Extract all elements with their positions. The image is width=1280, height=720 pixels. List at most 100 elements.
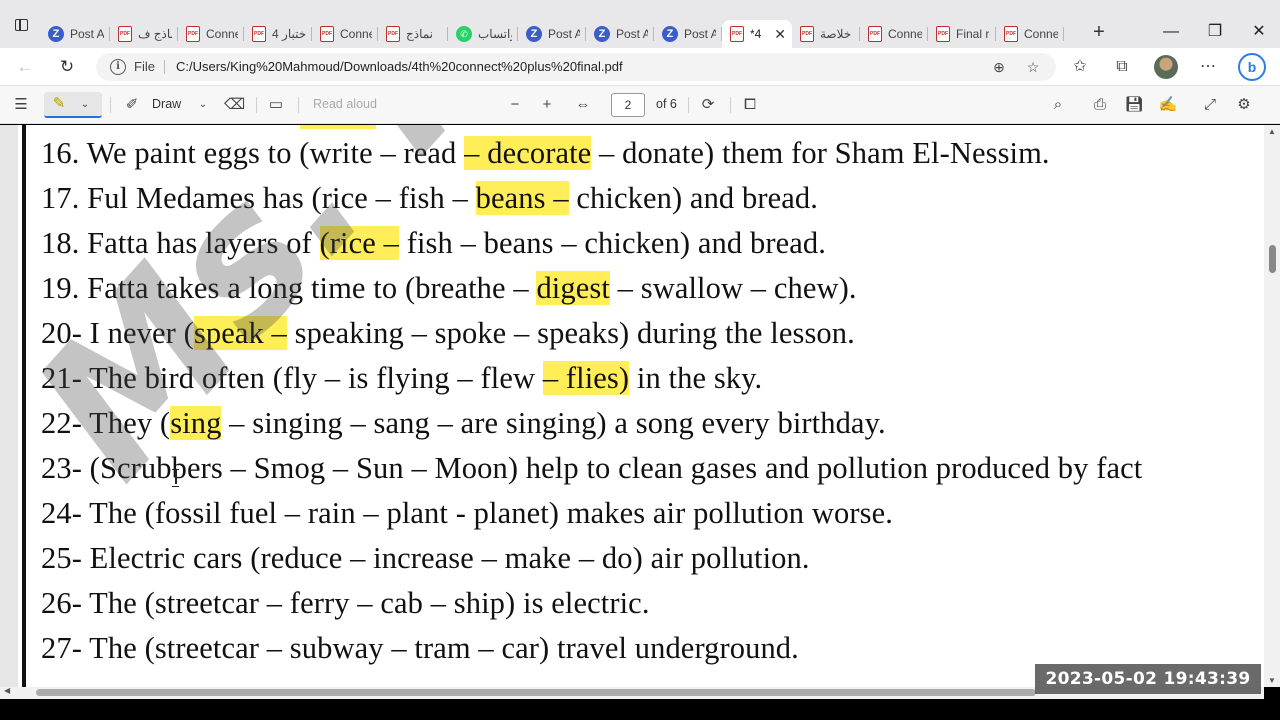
question-text: – donate) them for Sham El-Nessim. [591, 136, 1050, 170]
zoom-icon[interactable]: ⊕ [990, 58, 1008, 76]
pdf-icon: PDF [936, 26, 950, 42]
pdf-icon: PDF [730, 26, 744, 42]
add-text-icon[interactable]: ▭ [266, 96, 286, 114]
browser-tab[interactable]: PDF نماذج [378, 20, 448, 48]
add-favorite-icon[interactable]: ☆ [1024, 58, 1042, 76]
back-button[interactable]: ← [14, 57, 36, 79]
question-text: 16. We paint eggs to (write – read [41, 136, 465, 170]
zoom-out-icon[interactable]: − [506, 96, 524, 114]
question-text: 20- I never ( [41, 316, 194, 350]
page-margin [0, 125, 18, 687]
eraser-icon[interactable]: ⌫ [224, 96, 245, 114]
site-info-icon[interactable]: i [110, 59, 126, 75]
toolbar-divider [298, 97, 299, 113]
bing-copilot-icon[interactable]: b [1238, 53, 1266, 81]
pdf-icon: PDF [868, 26, 882, 42]
pdf-viewer[interactable]: 16. We paint eggs to (write – read – dec… [0, 125, 1264, 687]
question-line: 27- The (streetcar – subway – tram – car… [41, 631, 799, 666]
settings-gear-icon[interactable]: ⚙ [1234, 96, 1254, 114]
question-line: 16. We paint eggs to (write – read – dec… [41, 136, 1050, 171]
tab-label: واتساب [478, 27, 512, 41]
horizontal-scroll-thumb[interactable] [36, 689, 1036, 696]
browser-tab[interactable]: PDF *4 ✕ [722, 20, 792, 48]
browser-tab[interactable]: PDF Conne [860, 20, 928, 48]
question-line: 26- The (streetcar – ferry – cab – ship)… [41, 586, 650, 621]
draw-label[interactable]: Draw [152, 97, 181, 111]
vertical-scrollbar[interactable]: ▲ ▼ [1264, 125, 1280, 687]
search-icon[interactable]: ⌕ [1048, 96, 1068, 114]
browser-tab[interactable]: PDF اختبار 4 [244, 20, 312, 48]
page-view-icon[interactable]: ⧠ [740, 96, 760, 114]
browser-tab[interactable]: PDF نماذج ف [110, 20, 178, 48]
pdf-icon: PDF [118, 26, 132, 42]
highlighted-answer: – decorate [464, 136, 592, 170]
draw-chevron-icon[interactable]: ⌄ [196, 96, 210, 114]
question-text: chicken) and bread. [568, 181, 818, 215]
tab-label: Post At [684, 27, 716, 41]
page-number-input[interactable]: 2 [611, 93, 645, 117]
question-text: in the sky. [629, 361, 763, 395]
browser-tab[interactable]: Z Post At [586, 20, 654, 48]
url-divider [164, 60, 165, 74]
refresh-button[interactable]: ↻ [56, 57, 78, 79]
tab-list: ZPost AtPDFنماذج فPDFConnePDFاختبار 4PDF… [40, 20, 1064, 48]
question-text: 22- They ( [41, 406, 171, 440]
vertical-scroll-thumb[interactable] [1269, 245, 1276, 273]
text-cursor-icon [172, 469, 179, 487]
url-text[interactable]: C:/Users/King%20Mahmoud/Downloads/4th%20… [176, 59, 623, 74]
draw-icon[interactable]: ✐ [122, 96, 142, 114]
toolbar-divider [730, 97, 731, 113]
read-aloud-button[interactable]: Read aloud [313, 97, 377, 111]
browser-tab[interactable]: PDF Final re [928, 20, 996, 48]
omnibox[interactable]: i File C:/Users/King%20Mahmoud/Downloads… [96, 53, 1056, 81]
pdf-icon: PDF [800, 26, 814, 42]
highlighted-answer: – flies) [542, 361, 630, 395]
fit-page-icon[interactable]: ⇔ [572, 96, 594, 114]
browser-tab[interactable]: PDF Conne [996, 20, 1064, 48]
tab-close-icon[interactable]: ✕ [774, 26, 786, 43]
tab-label: Conne [206, 27, 238, 41]
browser-tab[interactable]: PDF خلاصة [792, 20, 860, 48]
pdf-icon: PDF [252, 26, 266, 42]
browser-tab[interactable]: Z Post At [654, 20, 722, 48]
question-text: 25- Electric cars (reduce – increase – m… [41, 541, 810, 575]
toolbar-divider [110, 97, 111, 113]
profile-avatar[interactable] [1154, 55, 1178, 79]
contents-icon[interactable]: ☰ [12, 96, 30, 114]
restore-button[interactable]: ❐ [1201, 22, 1229, 42]
question-text: – singing – sang – are singing) a song e… [221, 406, 886, 440]
rotate-icon[interactable]: ⟳ [698, 96, 718, 114]
tab-actions-button[interactable] [8, 14, 36, 36]
collections-icon[interactable]: ⧉ [1112, 58, 1132, 78]
save-as-icon[interactable]: ✍ [1158, 96, 1178, 114]
zoom-in-icon[interactable]: + [538, 96, 556, 114]
pdf-toolbar: ☰ ✎ ⌄ ✐ Draw ⌄ ⌫ ▭ Read aloud − + ⇔ 2 of… [0, 86, 1280, 124]
toolbar-divider [256, 97, 257, 113]
previous-line-highlight [300, 125, 376, 129]
print-icon[interactable]: ⎙ [1090, 96, 1110, 114]
save-icon[interactable]: 💾︎ [1124, 96, 1144, 114]
question-text: 17. Ful Medames has (rice – fish – [41, 181, 476, 215]
browser-tab[interactable]: ✆ واتساب [448, 20, 518, 48]
question-line: 20- I never (speak – speaking – spoke – … [41, 316, 855, 351]
scroll-down-icon[interactable]: ▼ [1264, 676, 1280, 685]
recording-timestamp: 2023-05-02 19:43:39 [1035, 664, 1261, 694]
browser-tab[interactable]: PDF Conne [312, 20, 378, 48]
scroll-up-icon[interactable]: ▲ [1264, 127, 1280, 136]
highlight-button[interactable]: ✎ ⌄ [44, 92, 102, 118]
more-menu-icon[interactable]: ⋯ [1198, 58, 1218, 78]
new-tab-button[interactable]: + [1088, 22, 1110, 44]
fullscreen-icon[interactable]: ⤢ [1200, 96, 1220, 114]
question-line: 17. Ful Medames has (rice – fish – beans… [41, 181, 818, 216]
minimize-button[interactable]: — [1157, 22, 1185, 42]
question-text: 23- (Scrubbers – Smog – Sun – Moon) help… [41, 451, 1143, 485]
close-window-button[interactable]: ✕ [1245, 22, 1273, 42]
browser-tab[interactable]: Z Post At [518, 20, 586, 48]
pdf-icon: PDF [320, 26, 334, 42]
browser-tab[interactable]: Z Post At [40, 20, 110, 48]
scroll-left-icon[interactable]: ◀ [4, 686, 10, 695]
favorites-icon[interactable]: ✩ [1070, 58, 1090, 78]
tab-label: Final re [956, 27, 990, 41]
browser-tab[interactable]: PDF Conne [178, 20, 244, 48]
tab-label: Post At [548, 27, 580, 41]
